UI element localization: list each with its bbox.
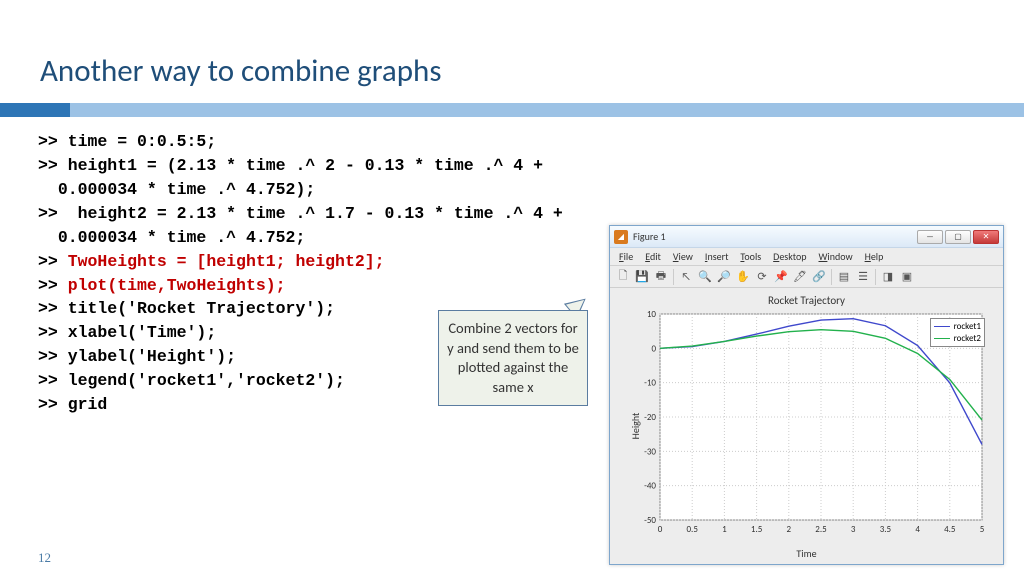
svg-text:-50: -50 — [644, 515, 656, 526]
menu-desktop[interactable]: Desktop — [768, 249, 811, 264]
code-line-5: >> plot(time,TwoHeights); — [38, 274, 613, 298]
brush-icon[interactable]: 🖊 — [791, 268, 809, 286]
legend-entry-2: rocket2 — [954, 333, 981, 345]
figure-window: ◢ Figure 1 — ▢ ✕ File Edit View Insert T… — [609, 225, 1004, 565]
close-button[interactable]: ✕ — [973, 230, 999, 244]
svg-text:2: 2 — [787, 524, 792, 535]
plot-title: Rocket Trajectory — [610, 288, 1003, 307]
svg-text:10: 10 — [647, 310, 657, 320]
datacursor-icon[interactable]: 📌 — [772, 268, 790, 286]
svg-text:-30: -30 — [644, 446, 656, 457]
page-number: 12 — [38, 550, 51, 566]
menu-file[interactable]: File — [614, 249, 638, 264]
menu-window[interactable]: Window — [814, 249, 858, 264]
legend-box[interactable]: rocket1 rocket2 — [930, 318, 985, 347]
maximize-button[interactable]: ▢ — [945, 230, 971, 244]
save-icon[interactable]: 💾 — [633, 268, 651, 286]
zoom-out-icon[interactable]: 🔎 — [715, 268, 733, 286]
svg-text:5: 5 — [980, 524, 985, 535]
svg-text:2.5: 2.5 — [815, 524, 827, 535]
code-line-2: >> height1 = (2.13 * time .^ 2 - 0.13 * … — [38, 154, 613, 202]
plot-area: Rocket Trajectory Height Time 00.511.522… — [610, 288, 1003, 564]
accent-bar — [0, 103, 1024, 117]
svg-text:1: 1 — [722, 524, 727, 535]
code-line-1: >> time = 0:0.5:5; — [38, 130, 613, 154]
pointer-icon[interactable]: ↖ — [677, 268, 695, 286]
menu-edit[interactable]: Edit — [640, 249, 666, 264]
figure-titlebar[interactable]: ◢ Figure 1 — ▢ ✕ — [610, 226, 1003, 248]
link-icon[interactable]: 🔗 — [810, 268, 828, 286]
pan-icon[interactable]: ✋ — [734, 268, 752, 286]
dock-icon[interactable]: ▣ — [898, 268, 916, 286]
new-figure-icon[interactable]: 🗋 — [614, 268, 632, 286]
menu-insert[interactable]: Insert — [700, 249, 734, 264]
legend-entry-1: rocket1 — [954, 321, 981, 333]
code-line-4: >> TwoHeights = [height1; height2]; — [38, 250, 613, 274]
code-line-3: >> height2 = 2.13 * time .^ 1.7 - 0.13 *… — [38, 202, 613, 250]
rotate-icon[interactable]: ⟳ — [753, 268, 771, 286]
svg-text:0: 0 — [658, 524, 663, 535]
svg-text:-20: -20 — [644, 412, 656, 423]
legend-icon[interactable]: ☰ — [854, 268, 872, 286]
svg-text:4: 4 — [915, 524, 920, 535]
print-icon[interactable]: 🖶 — [652, 268, 670, 286]
colorbar-icon[interactable]: ▤ — [835, 268, 853, 286]
callout-box: Combine 2 vectors for y and send them to… — [438, 310, 588, 406]
figure-menubar: File Edit View Insert Tools Desktop Wind… — [610, 248, 1003, 266]
matlab-icon: ◢ — [614, 230, 628, 244]
slide-title: Another way to combine graphs — [40, 52, 441, 90]
svg-text:-40: -40 — [644, 481, 656, 492]
zoom-in-icon[interactable]: 🔍 — [696, 268, 714, 286]
svg-text:1.5: 1.5 — [751, 524, 763, 535]
figure-toolbar: 🗋 💾 🖶 ↖ 🔍 🔎 ✋ ⟳ 📌 🖊 🔗 ▤ ☰ ◨ ▣ — [610, 266, 1003, 288]
menu-view[interactable]: View — [668, 249, 698, 264]
svg-text:3: 3 — [851, 524, 856, 535]
minimize-button[interactable]: — — [917, 230, 943, 244]
svg-text:0: 0 — [651, 343, 656, 354]
svg-text:4.5: 4.5 — [944, 524, 956, 535]
svg-text:-10: -10 — [644, 378, 656, 389]
svg-text:3.5: 3.5 — [880, 524, 892, 535]
hide-tools-icon[interactable]: ◨ — [879, 268, 897, 286]
menu-tools[interactable]: Tools — [735, 249, 766, 264]
figure-window-title: Figure 1 — [633, 230, 915, 243]
menu-help[interactable]: Help — [860, 249, 889, 264]
svg-text:0.5: 0.5 — [686, 524, 698, 535]
